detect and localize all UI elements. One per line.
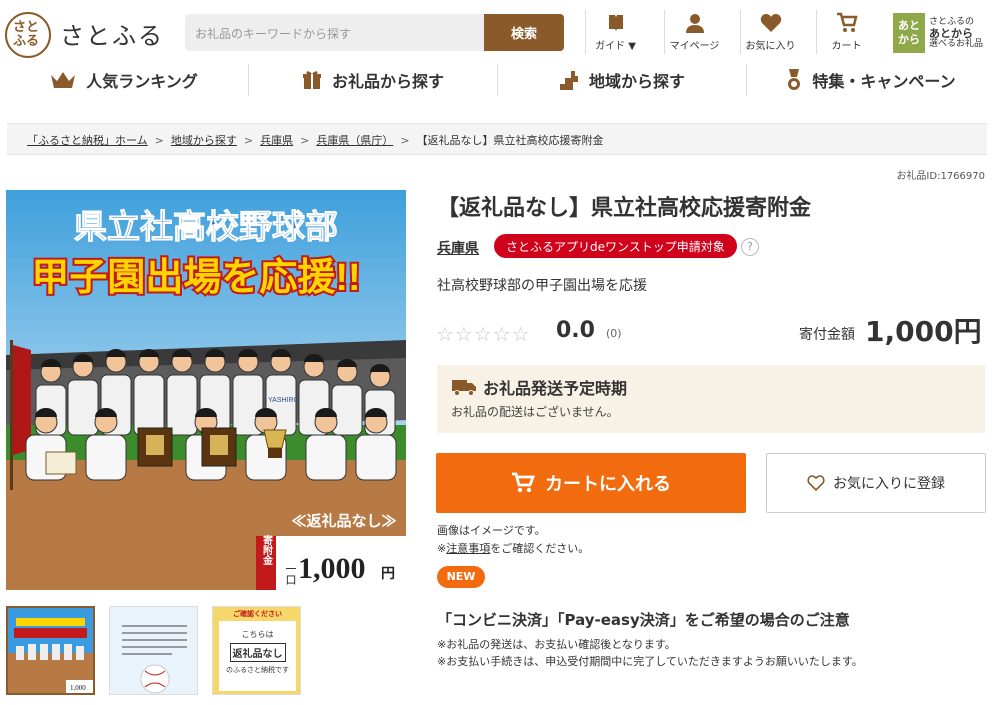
app-badge-line1: さとふるの bbox=[929, 16, 975, 27]
breadcrumb-prefecture[interactable]: 兵庫県 bbox=[260, 134, 293, 147]
nav-campaign[interactable]: 特集・キャンペーン bbox=[746, 64, 995, 96]
thumbnail-2[interactable] bbox=[109, 606, 198, 695]
image-note: 画像はイメージです。 bbox=[437, 524, 546, 537]
nav-gifts-label: お礼品から探す bbox=[331, 72, 444, 91]
site-header: さとふる さとふる お礼品のキーワードから探す 検索 ガイド ▼ マイページ お… bbox=[0, 0, 995, 58]
gift-icon bbox=[302, 71, 321, 89]
shipping-text: お礼品の配送はございません。 bbox=[451, 405, 619, 419]
add-favorite-label: お気に入りに登録 bbox=[833, 476, 945, 492]
payment-notice-line1: ※お礼品の発送は、お支払い確認後となります。 bbox=[437, 638, 676, 651]
nav-gifts[interactable]: お礼品から探す bbox=[248, 64, 497, 96]
nav-ranking-label: 人気ランキング bbox=[86, 72, 198, 91]
favorites-link[interactable]: お気に入り bbox=[740, 10, 800, 54]
price-value: 1,000円 bbox=[865, 315, 982, 348]
breadcrumb-current: 【返礼品なし】県立社高校応援寄附金 bbox=[416, 134, 604, 147]
image-donation-unit: 円 bbox=[381, 566, 395, 582]
add-favorite-button[interactable]: お気に入りに登録 bbox=[766, 453, 986, 513]
help-icon[interactable]: ? bbox=[741, 238, 759, 256]
nav-campaign-label: 特集・キャンペーン bbox=[812, 72, 956, 91]
search-button[interactable]: 検索 bbox=[484, 14, 564, 51]
new-badge: NEW bbox=[437, 566, 485, 588]
image-donation-amount: 1,000 bbox=[298, 552, 366, 585]
logo-mark[interactable]: さとふる bbox=[5, 12, 51, 58]
heart-outline-icon bbox=[807, 475, 825, 491]
caution-suffix: をご確認ください。 bbox=[490, 542, 590, 555]
app-badge-line2: あとから bbox=[929, 26, 973, 40]
add-to-cart-button[interactable]: カートに入れる bbox=[436, 453, 746, 513]
main-nav: 人気ランキング お礼品から探す 地域から探す 特集・キャンペーン bbox=[0, 58, 995, 102]
rating-stars: ☆☆☆☆☆ bbox=[436, 322, 531, 346]
payment-notice-line2: ※お支払い手続きは、申込受付期間中に完了していただきますようお願いいたします。 bbox=[437, 655, 863, 668]
cart-label: カート bbox=[831, 41, 862, 52]
crown-icon bbox=[51, 72, 76, 88]
image-no-gift: ≪返礼品なし≫ bbox=[291, 512, 396, 530]
search-input[interactable]: お礼品のキーワードから探す bbox=[185, 14, 485, 51]
guide-label: ガイド ▼ bbox=[595, 41, 636, 52]
product-title: 【返礼品なし】県立社高校応援寄附金 bbox=[437, 196, 812, 221]
thumbnail-3-line2: 返礼品なし bbox=[229, 643, 286, 662]
price-label: 寄付金額 bbox=[799, 327, 855, 343]
heart-icon bbox=[760, 14, 781, 32]
shipping-box: お礼品発送予定時期 お礼品の配送はございません。 bbox=[437, 365, 985, 433]
cart-icon bbox=[836, 12, 858, 32]
rating-value: 0.0 bbox=[556, 318, 595, 343]
nav-ranking[interactable]: 人気ランキング bbox=[0, 64, 248, 96]
truck-icon bbox=[452, 380, 476, 396]
breadcrumb-home[interactable]: 「ふるさと納税」ホーム bbox=[27, 134, 148, 147]
thumbnail-1[interactable]: 1,000 bbox=[6, 606, 95, 695]
nav-region[interactable]: 地域から探す bbox=[497, 64, 746, 96]
add-to-cart-label: カートに入れる bbox=[545, 474, 671, 495]
breadcrumb: 「ふるさと納税」ホーム > 地域から探す > 兵庫県 > 兵庫県（県庁） > 【返礼品なし】県立… bbox=[7, 123, 987, 155]
thumbnail-3-top: ご確認ください bbox=[233, 610, 282, 618]
image-donation-prefix: 一口 bbox=[284, 563, 297, 585]
mypage-label: マイページ bbox=[669, 41, 720, 52]
product-subtitle: 社高校野球部の甲子園出場を応援 bbox=[437, 278, 647, 294]
nav-region-label: 地域から探す bbox=[588, 72, 685, 91]
thumbnail-3-line3: のふるさと納税です bbox=[226, 666, 289, 674]
thumbnail-2-image bbox=[110, 607, 197, 694]
prefecture-link[interactable]: 兵庫県 bbox=[437, 238, 479, 258]
caution-note: ※注意事項をご確認ください。 bbox=[437, 540, 589, 556]
image-headline2: 甲子園出場を応援!! bbox=[31, 257, 360, 299]
payment-notice-title: 「コンビニ決済」「Pay-easy決済」をご希望の場合のご注意 bbox=[437, 611, 850, 629]
app-badge-line3: 選べるお礼品 bbox=[929, 38, 984, 49]
thumbnail-3[interactable]: こちらは 返礼品なし のふるさと納税です ご確認ください bbox=[212, 606, 301, 695]
image-headline1: 県立社高校野球部 bbox=[74, 208, 338, 245]
breadcrumb-office[interactable]: 兵庫県（県庁） bbox=[316, 134, 393, 147]
cart-icon bbox=[512, 472, 535, 493]
logo-text[interactable]: さとふる bbox=[60, 16, 164, 51]
app-badge-square: あと から bbox=[893, 13, 925, 53]
mypage-link[interactable]: マイページ bbox=[664, 10, 724, 54]
guide-menu[interactable]: ガイド ▼ bbox=[585, 10, 645, 54]
thumbnail-3-line1: こちらは bbox=[241, 630, 274, 639]
thumbnail-1-image: 1,000 bbox=[8, 608, 93, 693]
main-product-image[interactable]: 県立社高校野球部 甲子園出場を応援!! YASHIRO ≪返礼品なし≫ 寄附金 … bbox=[6, 190, 406, 590]
breadcrumb-region[interactable]: 地域から探す bbox=[171, 134, 237, 147]
medal-icon bbox=[788, 69, 801, 90]
baseball-team-illustration: 県立社高校野球部 甲子園出場を応援!! YASHIRO ≪返礼品なし≫ 寄附金 … bbox=[6, 190, 406, 590]
region-icon bbox=[559, 71, 578, 90]
favorites-label: お気に入り bbox=[745, 41, 796, 52]
book-icon bbox=[608, 15, 623, 31]
team-text: YASHIRO bbox=[268, 397, 300, 404]
caution-prefix: ※ bbox=[437, 542, 447, 555]
thumbnail-1-amount: 1,000 bbox=[70, 684, 86, 692]
app-badge-link[interactable]: あと から さとふるの あとから 選べるお礼品 bbox=[893, 13, 985, 53]
rating-count[interactable]: (0) bbox=[606, 327, 622, 340]
cart-link[interactable]: カート bbox=[816, 10, 876, 54]
shipping-title: お礼品発送予定時期 bbox=[483, 379, 628, 398]
user-icon bbox=[685, 14, 704, 33]
item-id: お礼品ID:1766970 bbox=[896, 171, 985, 182]
caution-link[interactable]: 注意事項 bbox=[446, 542, 490, 555]
app-onestop-tag: さとふるアプリdeワンストップ申請対象 bbox=[494, 234, 737, 258]
